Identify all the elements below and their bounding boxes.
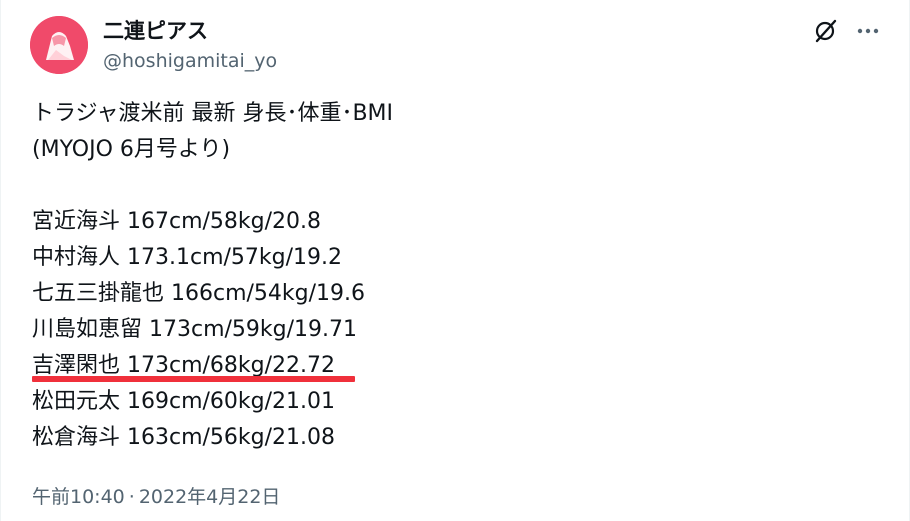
grok-slash-icon <box>815 19 837 43</box>
member-line: 川島如恵留 173cm/59kg/19.71 <box>32 317 358 342</box>
tweet-timestamp: 午前10:40 · 2022年4月22日 <box>32 485 280 509</box>
tweet-time[interactable]: 午前10:40 <box>32 486 125 508</box>
member-line: 中村海人 173.1cm/57kg/19.2 <box>32 245 343 270</box>
member-line: 松田元太 169cm/60kg/21.01 <box>32 389 336 414</box>
meta-separator: · <box>128 486 135 508</box>
more-dots-icon <box>857 28 879 34</box>
tweet-text: トラジャ渡米前 最新 身長･体重･BMI (MYOJO 6月号より) 宮近海斗 … <box>32 96 892 456</box>
red-underline-highlight <box>32 376 355 382</box>
tweet-source: (MYOJO 6月号より) <box>32 137 231 162</box>
author-handle[interactable]: @hoshigamitai_yo <box>103 49 277 73</box>
tweet-title: トラジャ渡米前 最新 身長･体重･BMI <box>32 101 394 126</box>
author-name[interactable]: 二連ピアス <box>103 18 208 44</box>
grok-button[interactable] <box>809 14 843 48</box>
tweet-card: 二連ピアス @hoshigamitai_yo トラジャ渡米前 最新 身長･体重･… <box>0 0 910 521</box>
member-line: 宮近海斗 167cm/58kg/20.8 <box>32 209 322 234</box>
more-options-button[interactable] <box>851 14 885 48</box>
avatar[interactable] <box>30 16 88 74</box>
avatar-illustration-icon <box>30 16 88 74</box>
member-line: 松倉海斗 163cm/56kg/21.08 <box>32 425 336 450</box>
member-line: 七五三掛龍也 166cm/54kg/19.6 <box>32 281 366 306</box>
tweet-date[interactable]: 2022年4月22日 <box>139 486 281 508</box>
